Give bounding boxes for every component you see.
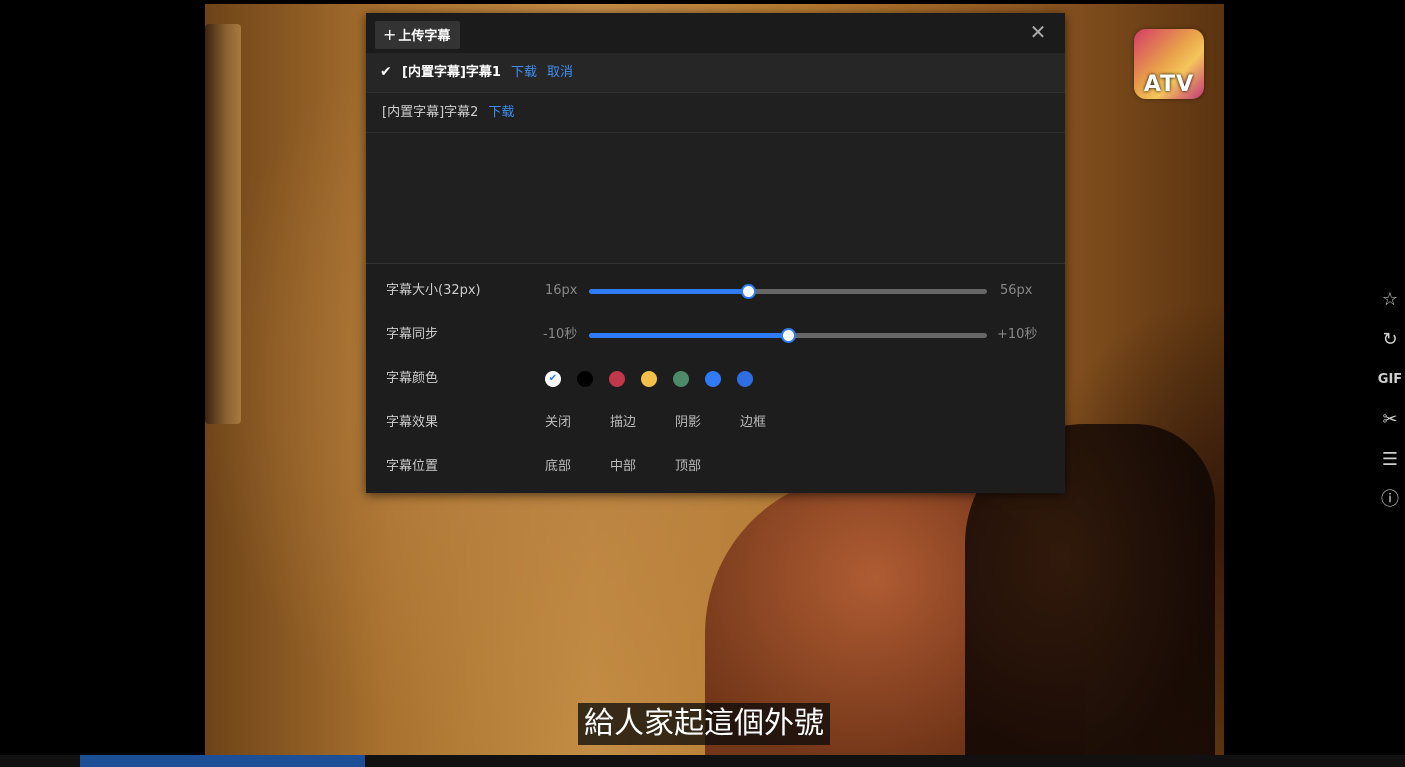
color-swatch-1[interactable] xyxy=(545,371,561,387)
color-swatch-2[interactable] xyxy=(577,371,593,387)
subtitle-position-row: 字幕位置 底部 中部 顶部 xyxy=(366,452,1065,482)
list-icon[interactable]: ☰ xyxy=(1376,447,1404,473)
subtitle-color-label: 字幕颜色 xyxy=(386,371,439,386)
video-scene-door xyxy=(205,24,241,424)
channel-logo: ATV xyxy=(1134,29,1204,99)
slider-handle[interactable] xyxy=(781,328,796,343)
share-icon[interactable]: ↻ xyxy=(1376,327,1404,353)
slider-handle[interactable] xyxy=(741,284,757,299)
subtitle-size-slider[interactable] xyxy=(589,284,987,299)
effect-option-stroke[interactable]: 描边 xyxy=(610,408,636,438)
channel-logo-text: ATV xyxy=(1143,72,1195,97)
scissors-icon[interactable]: ✂ xyxy=(1376,407,1404,433)
position-option-middle[interactable]: 中部 xyxy=(610,452,636,482)
sync-min-label: -10秒 xyxy=(543,327,578,342)
size-min-label: 16px xyxy=(545,283,578,298)
subtitle-sync-label: 字幕同步 xyxy=(386,327,439,342)
color-swatch-5[interactable] xyxy=(673,371,689,387)
track-name: [内置字幕]字幕1 xyxy=(402,65,501,80)
subtitle-color-row: 字幕颜色 xyxy=(366,364,1065,394)
plus-icon: + xyxy=(383,25,397,44)
subtitle-size-row: 字幕大小(32px) 16px 56px xyxy=(366,276,1065,306)
track-name: [内置字幕]字幕2 xyxy=(382,105,479,120)
star-icon[interactable]: ☆ xyxy=(1376,287,1404,313)
subtitle-track-list: ✔ [内置字幕]字幕1 下载 取消 [内置字幕]字幕2 下载 xyxy=(366,53,1065,263)
sync-max-label: +10秒 xyxy=(997,327,1038,342)
effect-option-off[interactable]: 关闭 xyxy=(545,408,571,438)
color-swatch-4[interactable] xyxy=(641,371,657,387)
color-swatch-7[interactable] xyxy=(737,371,753,387)
position-option-top[interactable]: 顶部 xyxy=(675,452,701,482)
subtitle-effect-row: 字幕效果 关闭 描边 阴影 边框 xyxy=(366,408,1065,438)
color-swatch-6[interactable] xyxy=(705,371,721,387)
subtitle-sync-slider[interactable] xyxy=(589,328,987,343)
size-max-label: 56px xyxy=(1000,283,1033,298)
position-option-bottom[interactable]: 底部 xyxy=(545,452,571,482)
effect-option-shadow[interactable]: 阴影 xyxy=(675,408,701,438)
download-link[interactable]: 下载 xyxy=(488,105,514,120)
close-icon[interactable]: ✕ xyxy=(1029,22,1047,42)
subtitle-position-label: 字幕位置 xyxy=(386,459,439,474)
cancel-link[interactable]: 取消 xyxy=(547,65,573,80)
subtitle-track-2[interactable]: [内置字幕]字幕2 下载 xyxy=(366,93,1065,133)
panel-divider xyxy=(366,263,1065,264)
upload-subtitle-button[interactable]: + 上传字幕 xyxy=(375,21,461,49)
check-icon: ✔ xyxy=(380,64,392,80)
color-swatch-3[interactable] xyxy=(609,371,625,387)
download-link[interactable]: 下载 xyxy=(511,65,537,80)
slider-fill xyxy=(589,289,749,294)
subtitle-track-1[interactable]: ✔ [内置字幕]字幕1 下载 取消 xyxy=(366,53,1065,93)
progress-bar[interactable] xyxy=(80,755,365,767)
slider-fill xyxy=(589,333,788,338)
gif-icon[interactable]: GIF xyxy=(1376,367,1404,393)
panel-header: + 上传字幕 ✕ xyxy=(366,13,1065,53)
subtitle-sync-row: 字幕同步 -10秒 +10秒 xyxy=(366,320,1065,350)
help-icon[interactable]: ⓘ xyxy=(1376,487,1404,513)
subtitle-size-label: 字幕大小(32px) xyxy=(386,283,481,298)
upload-subtitle-label: 上传字幕 xyxy=(398,29,451,44)
subtitle-effect-label: 字幕效果 xyxy=(386,415,439,430)
subtitle-settings-panel: + 上传字幕 ✕ ✔ [内置字幕]字幕1 下载 取消 [内置字幕]字幕2 下载 字幕大小… xyxy=(366,13,1065,493)
subtitle-text: 給人家起這個外號 xyxy=(578,703,830,745)
effect-option-border[interactable]: 边框 xyxy=(740,408,766,438)
